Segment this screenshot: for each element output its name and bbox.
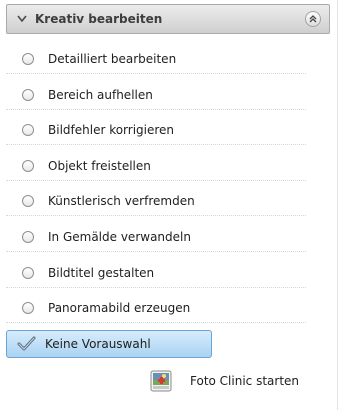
option-in-gemaelde-verwandeln[interactable]: In Gemälde verwandeln: [6, 222, 306, 252]
option-objekt-freistellen[interactable]: Objekt freistellen: [6, 151, 306, 181]
option-label: Bereich aufhellen: [48, 87, 153, 102]
option-label: Panoramabild erzeugen: [48, 300, 191, 315]
option-bildfehler-korrigieren[interactable]: Bildfehler korrigieren: [6, 115, 306, 145]
double-chevron-up-icon[interactable]: [305, 11, 321, 27]
radio-button[interactable]: [22, 123, 34, 136]
option-label: Objekt freistellen: [48, 158, 151, 173]
kreativ-bearbeiten-panel: Kreativ bearbeiten Detailliert bearbeite…: [0, 0, 338, 410]
option-panoramabild-erzeugen[interactable]: Panoramabild erzeugen: [6, 293, 306, 323]
radio-button[interactable]: [22, 266, 34, 279]
option-bildtitel-gestalten[interactable]: Bildtitel gestalten: [6, 258, 306, 288]
option-label: Detailliert bearbeiten: [48, 51, 177, 66]
panel-header[interactable]: Kreativ bearbeiten: [6, 4, 330, 34]
option-label: Künstlerisch verfremden: [48, 193, 195, 208]
radio-button[interactable]: [22, 301, 34, 314]
option-kuenstlerisch-verfremden[interactable]: Künstlerisch verfremden: [6, 186, 306, 216]
panel-title: Kreativ bearbeiten: [35, 12, 163, 26]
radio-button[interactable]: [22, 230, 34, 243]
option-detailliert-bearbeiten[interactable]: Detailliert bearbeiten: [6, 44, 306, 74]
radio-button[interactable]: [22, 194, 34, 207]
option-label: In Gemälde verwandeln: [48, 229, 191, 244]
option-bereich-aufhellen[interactable]: Bereich aufhellen: [6, 80, 306, 110]
option-label: Bildtitel gestalten: [48, 265, 155, 280]
option-label: Bildfehler korrigieren: [48, 122, 175, 137]
option-keine-vorauswahl[interactable]: Keine Vorauswahl: [6, 330, 212, 358]
foto-clinic-start-link[interactable]: Foto Clinic starten: [150, 370, 299, 392]
footer-label: Foto Clinic starten: [190, 374, 300, 388]
radio-button[interactable]: [22, 88, 34, 101]
checkmark-icon: [17, 335, 37, 353]
radio-button[interactable]: [22, 52, 34, 65]
option-label: Keine Vorauswahl: [45, 337, 151, 351]
radio-button[interactable]: [22, 159, 34, 172]
chevron-down-icon[interactable]: [13, 4, 31, 34]
foto-clinic-app-icon[interactable]: [150, 370, 172, 392]
